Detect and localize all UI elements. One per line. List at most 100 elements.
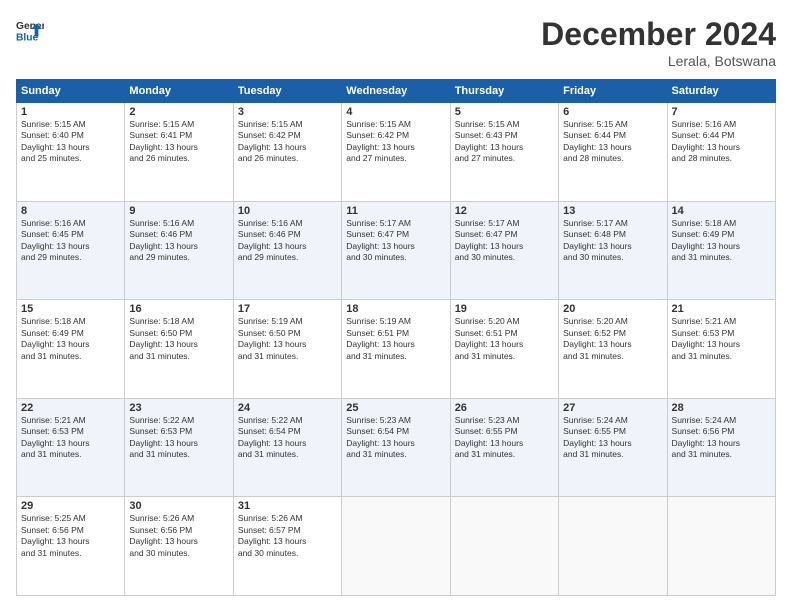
calendar-cell: 12Sunrise: 5:17 AM Sunset: 6:47 PM Dayli…	[450, 201, 558, 300]
day-info: Sunrise: 5:19 AM Sunset: 6:51 PM Dayligh…	[346, 316, 445, 362]
day-info: Sunrise: 5:18 AM Sunset: 6:49 PM Dayligh…	[672, 218, 771, 264]
day-number: 16	[129, 303, 228, 315]
day-number: 24	[238, 402, 337, 414]
day-number: 14	[672, 205, 771, 217]
calendar-cell: 13Sunrise: 5:17 AM Sunset: 6:48 PM Dayli…	[559, 201, 667, 300]
day-number: 22	[21, 402, 120, 414]
day-info: Sunrise: 5:15 AM Sunset: 6:42 PM Dayligh…	[238, 119, 337, 165]
logo: General Blue	[16, 16, 46, 44]
day-info: Sunrise: 5:24 AM Sunset: 6:56 PM Dayligh…	[672, 415, 771, 461]
col-saturday: Saturday	[667, 80, 775, 103]
calendar-cell: 20Sunrise: 5:20 AM Sunset: 6:52 PM Dayli…	[559, 300, 667, 399]
col-sunday: Sunday	[17, 80, 125, 103]
day-number: 18	[346, 303, 445, 315]
calendar-cell: 30Sunrise: 5:26 AM Sunset: 6:56 PM Dayli…	[125, 497, 233, 596]
day-info: Sunrise: 5:20 AM Sunset: 6:51 PM Dayligh…	[455, 316, 554, 362]
day-number: 12	[455, 205, 554, 217]
calendar-cell: 22Sunrise: 5:21 AM Sunset: 6:53 PM Dayli…	[17, 398, 125, 497]
title-block: December 2024 Lerala, Botswana	[541, 16, 776, 69]
day-number: 4	[346, 106, 445, 118]
day-info: Sunrise: 5:15 AM Sunset: 6:40 PM Dayligh…	[21, 119, 120, 165]
month-title: December 2024	[541, 16, 776, 53]
calendar-cell: 2Sunrise: 5:15 AM Sunset: 6:41 PM Daylig…	[125, 103, 233, 202]
day-info: Sunrise: 5:22 AM Sunset: 6:53 PM Dayligh…	[129, 415, 228, 461]
day-number: 2	[129, 106, 228, 118]
day-info: Sunrise: 5:26 AM Sunset: 6:56 PM Dayligh…	[129, 513, 228, 559]
day-info: Sunrise: 5:18 AM Sunset: 6:49 PM Dayligh…	[21, 316, 120, 362]
day-info: Sunrise: 5:21 AM Sunset: 6:53 PM Dayligh…	[21, 415, 120, 461]
day-info: Sunrise: 5:20 AM Sunset: 6:52 PM Dayligh…	[563, 316, 662, 362]
day-info: Sunrise: 5:24 AM Sunset: 6:55 PM Dayligh…	[563, 415, 662, 461]
day-info: Sunrise: 5:23 AM Sunset: 6:55 PM Dayligh…	[455, 415, 554, 461]
calendar-cell: 15Sunrise: 5:18 AM Sunset: 6:49 PM Dayli…	[17, 300, 125, 399]
col-thursday: Thursday	[450, 80, 558, 103]
col-tuesday: Tuesday	[233, 80, 341, 103]
calendar-week-row: 22Sunrise: 5:21 AM Sunset: 6:53 PM Dayli…	[17, 398, 776, 497]
day-number: 27	[563, 402, 662, 414]
day-info: Sunrise: 5:21 AM Sunset: 6:53 PM Dayligh…	[672, 316, 771, 362]
day-info: Sunrise: 5:16 AM Sunset: 6:44 PM Dayligh…	[672, 119, 771, 165]
calendar-cell: 18Sunrise: 5:19 AM Sunset: 6:51 PM Dayli…	[342, 300, 450, 399]
calendar-cell: 1Sunrise: 5:15 AM Sunset: 6:40 PM Daylig…	[17, 103, 125, 202]
calendar-week-row: 8Sunrise: 5:16 AM Sunset: 6:45 PM Daylig…	[17, 201, 776, 300]
calendar-cell: 9Sunrise: 5:16 AM Sunset: 6:46 PM Daylig…	[125, 201, 233, 300]
day-info: Sunrise: 5:17 AM Sunset: 6:48 PM Dayligh…	[563, 218, 662, 264]
day-number: 3	[238, 106, 337, 118]
day-number: 20	[563, 303, 662, 315]
day-number: 11	[346, 205, 445, 217]
day-info: Sunrise: 5:16 AM Sunset: 6:46 PM Dayligh…	[238, 218, 337, 264]
header: General Blue December 2024 Lerala, Botsw…	[16, 16, 776, 69]
day-number: 28	[672, 402, 771, 414]
logo-icon: General Blue	[16, 16, 44, 44]
day-number: 31	[238, 500, 337, 512]
day-number: 30	[129, 500, 228, 512]
calendar-cell: 31Sunrise: 5:26 AM Sunset: 6:57 PM Dayli…	[233, 497, 341, 596]
day-info: Sunrise: 5:26 AM Sunset: 6:57 PM Dayligh…	[238, 513, 337, 559]
calendar-cell: 4Sunrise: 5:15 AM Sunset: 6:42 PM Daylig…	[342, 103, 450, 202]
calendar-cell: 16Sunrise: 5:18 AM Sunset: 6:50 PM Dayli…	[125, 300, 233, 399]
day-number: 21	[672, 303, 771, 315]
col-monday: Monday	[125, 80, 233, 103]
day-number: 15	[21, 303, 120, 315]
calendar-cell: 25Sunrise: 5:23 AM Sunset: 6:54 PM Dayli…	[342, 398, 450, 497]
day-number: 23	[129, 402, 228, 414]
calendar-week-row: 29Sunrise: 5:25 AM Sunset: 6:56 PM Dayli…	[17, 497, 776, 596]
day-info: Sunrise: 5:18 AM Sunset: 6:50 PM Dayligh…	[129, 316, 228, 362]
location: Lerala, Botswana	[541, 53, 776, 69]
col-friday: Friday	[559, 80, 667, 103]
calendar-header-row: Sunday Monday Tuesday Wednesday Thursday…	[17, 80, 776, 103]
calendar-cell: 8Sunrise: 5:16 AM Sunset: 6:45 PM Daylig…	[17, 201, 125, 300]
day-number: 10	[238, 205, 337, 217]
calendar-cell	[667, 497, 775, 596]
day-number: 13	[563, 205, 662, 217]
calendar-table: Sunday Monday Tuesday Wednesday Thursday…	[16, 79, 776, 596]
day-info: Sunrise: 5:23 AM Sunset: 6:54 PM Dayligh…	[346, 415, 445, 461]
calendar-cell: 17Sunrise: 5:19 AM Sunset: 6:50 PM Dayli…	[233, 300, 341, 399]
calendar-cell	[559, 497, 667, 596]
calendar-cell: 21Sunrise: 5:21 AM Sunset: 6:53 PM Dayli…	[667, 300, 775, 399]
calendar-cell: 7Sunrise: 5:16 AM Sunset: 6:44 PM Daylig…	[667, 103, 775, 202]
day-number: 6	[563, 106, 662, 118]
day-info: Sunrise: 5:15 AM Sunset: 6:41 PM Dayligh…	[129, 119, 228, 165]
calendar-cell: 5Sunrise: 5:15 AM Sunset: 6:43 PM Daylig…	[450, 103, 558, 202]
calendar-week-row: 15Sunrise: 5:18 AM Sunset: 6:49 PM Dayli…	[17, 300, 776, 399]
day-info: Sunrise: 5:17 AM Sunset: 6:47 PM Dayligh…	[346, 218, 445, 264]
day-info: Sunrise: 5:17 AM Sunset: 6:47 PM Dayligh…	[455, 218, 554, 264]
calendar-cell: 3Sunrise: 5:15 AM Sunset: 6:42 PM Daylig…	[233, 103, 341, 202]
calendar-cell: 6Sunrise: 5:15 AM Sunset: 6:44 PM Daylig…	[559, 103, 667, 202]
page: General Blue December 2024 Lerala, Botsw…	[0, 0, 792, 612]
calendar-cell: 29Sunrise: 5:25 AM Sunset: 6:56 PM Dayli…	[17, 497, 125, 596]
calendar-cell: 19Sunrise: 5:20 AM Sunset: 6:51 PM Dayli…	[450, 300, 558, 399]
day-number: 17	[238, 303, 337, 315]
day-number: 29	[21, 500, 120, 512]
calendar-cell: 28Sunrise: 5:24 AM Sunset: 6:56 PM Dayli…	[667, 398, 775, 497]
calendar-cell: 24Sunrise: 5:22 AM Sunset: 6:54 PM Dayli…	[233, 398, 341, 497]
calendar-cell: 14Sunrise: 5:18 AM Sunset: 6:49 PM Dayli…	[667, 201, 775, 300]
calendar-cell: 27Sunrise: 5:24 AM Sunset: 6:55 PM Dayli…	[559, 398, 667, 497]
day-info: Sunrise: 5:15 AM Sunset: 6:42 PM Dayligh…	[346, 119, 445, 165]
day-info: Sunrise: 5:15 AM Sunset: 6:43 PM Dayligh…	[455, 119, 554, 165]
svg-text:General: General	[16, 21, 44, 32]
day-number: 26	[455, 402, 554, 414]
day-info: Sunrise: 5:15 AM Sunset: 6:44 PM Dayligh…	[563, 119, 662, 165]
day-info: Sunrise: 5:19 AM Sunset: 6:50 PM Dayligh…	[238, 316, 337, 362]
